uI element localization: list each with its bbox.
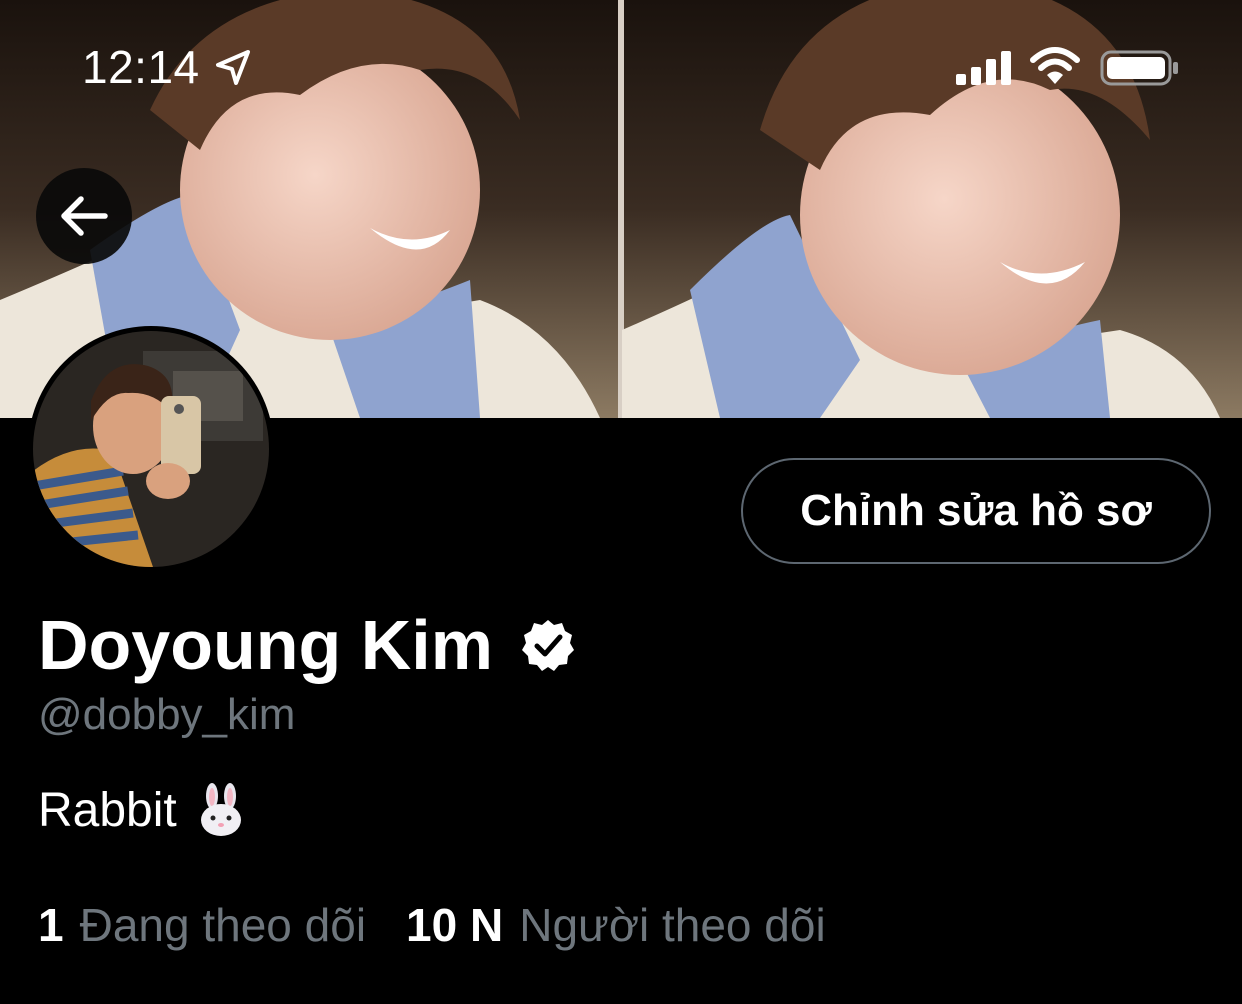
profile-stats: 1 Đang theo dõi 10 N Người theo dõi: [38, 898, 826, 952]
profile-bio: Rabbit: [38, 782, 245, 838]
avatar[interactable]: [28, 326, 274, 572]
following-stat[interactable]: 1 Đang theo dõi: [38, 898, 366, 952]
back-arrow-icon: [61, 196, 108, 236]
back-button[interactable]: [36, 168, 132, 264]
edit-profile-button[interactable]: Chỉnh sửa hồ sơ: [741, 458, 1211, 564]
wifi-icon: [1030, 47, 1080, 84]
profile-handle: @dobby_kim: [38, 690, 296, 739]
display-name-row: Doyoung Kim: [38, 600, 575, 690]
cellular-signal-icon: [956, 51, 1011, 85]
followers-label: Người theo dõi: [519, 899, 826, 951]
status-time: 12:14: [82, 41, 200, 93]
verified-badge-icon: [521, 620, 574, 671]
followers-count: 10 N: [406, 899, 504, 951]
bio-text: Rabbit: [38, 783, 177, 837]
following-count: 1: [38, 899, 64, 951]
display-name: Doyoung Kim: [38, 606, 493, 684]
rabbit-face-icon: [200, 783, 241, 836]
followers-stat[interactable]: 10 N Người theo dõi: [406, 898, 826, 952]
following-label: Đang theo dõi: [79, 899, 367, 951]
location-arrow-icon: [216, 50, 250, 85]
status-bar: 12:14: [0, 0, 1242, 130]
battery-icon: [1100, 50, 1178, 86]
